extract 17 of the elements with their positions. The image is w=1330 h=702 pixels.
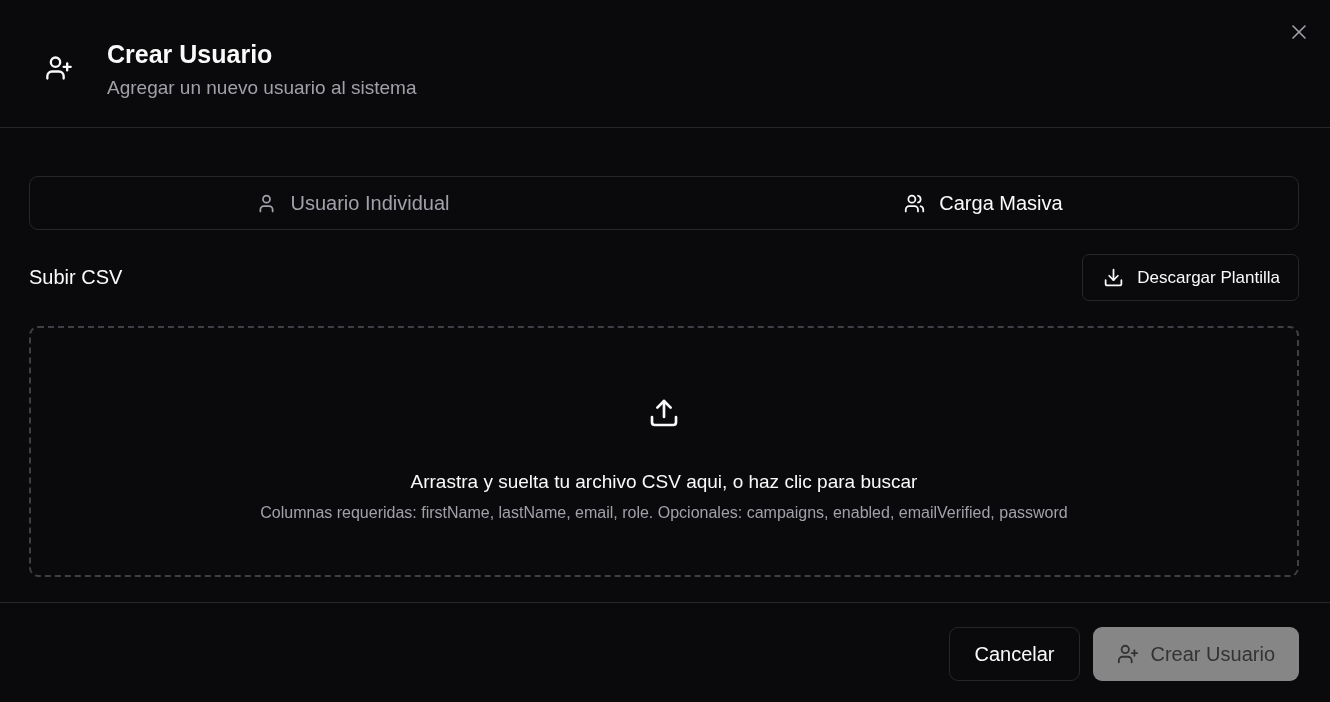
dropzone-hint: Columnas requeridas: firstName, lastName, email, role. Opcionales: campaigns, enabled, emailVerified, password [260, 503, 1068, 523]
user-plus-icon [45, 54, 73, 82]
cancel-button[interactable]: Cancelar [949, 627, 1080, 681]
tab[interactable]: Usuario Individual [33, 180, 664, 226]
dropzone-title: Arrastra y suelta tu archivo CSV aqui, o haz clic para buscar [410, 470, 918, 494]
tab[interactable]: Carga Masiva [664, 180, 1295, 226]
download-template-button[interactable]: Descargar Plantilla [1082, 254, 1299, 301]
file-dropzone[interactable]: Arrastra y suelta tu archivo CSV aqui, o haz clic para buscar Columnas requeridas: firstName, lastName, email, role. Opcionales: campaigns, enabled, emailVerified, password [29, 326, 1299, 577]
dialog-title: Crear Usuario [107, 38, 274, 69]
upload-label: Subir CSV [29, 266, 123, 289]
close-button[interactable] [1290, 23, 1308, 41]
close-icon [1292, 25, 1306, 39]
dialog-subtitle: Agregar un nuevo usuario al sistema [107, 75, 417, 100]
download-icon [1103, 267, 1125, 288]
upload-icon [648, 397, 680, 429]
user-plus-icon [1116, 643, 1139, 665]
users-icon [904, 192, 926, 214]
